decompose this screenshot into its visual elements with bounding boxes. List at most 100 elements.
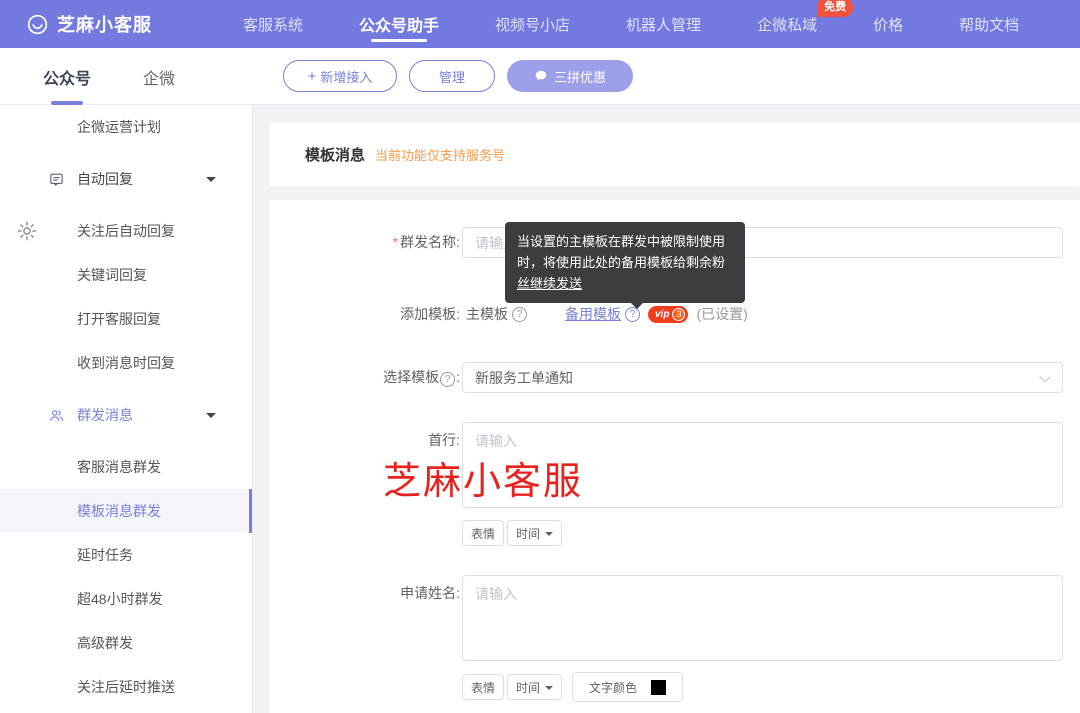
applicant-name-textarea[interactable] bbox=[462, 575, 1063, 661]
sidebar-item-label: 自动回复 bbox=[77, 169, 133, 189]
sidebar-item-label: 高级群发 bbox=[77, 633, 133, 653]
text-color-button[interactable]: 文字颜色 bbox=[572, 672, 683, 702]
time-label: 时间 bbox=[516, 525, 540, 542]
main-nav: 客服系统公众号助手视频号小店机器人管理企微私域免费价格帮助文档 bbox=[243, 0, 1019, 48]
main-content: 模板消息 当前功能仅支持服务号 *群发名称: 添加模板: 主模板 ? 备用模板 … bbox=[253, 105, 1080, 713]
account-tabs: 公众号 企微 bbox=[43, 48, 175, 105]
first-line-textarea[interactable] bbox=[462, 422, 1063, 508]
template-select-value: 新服务工单通知 bbox=[475, 368, 573, 388]
chevron-down-icon bbox=[1039, 371, 1050, 382]
vip-text: vip bbox=[655, 309, 669, 320]
sidebar-item-10[interactable]: 超48小时群发 bbox=[0, 577, 252, 621]
manage-button[interactable]: 管理 bbox=[409, 60, 495, 92]
chat-icon bbox=[48, 171, 65, 188]
tooltip-line: 时，将使用此处的备用模板给剩余粉 bbox=[517, 252, 733, 273]
add-connection-label: 新增接入 bbox=[320, 67, 372, 86]
set-status: (已设置) bbox=[696, 304, 747, 324]
sidebar-item-8[interactable]: 模板消息群发 bbox=[0, 489, 252, 533]
nav-item-label: 视频号小店 bbox=[495, 14, 570, 35]
sidebar-item-label: 关注后延时推送 bbox=[77, 677, 175, 697]
caret-down-icon bbox=[545, 686, 553, 690]
nav-item-0[interactable]: 客服系统 bbox=[243, 0, 303, 48]
settings-gear-icon[interactable] bbox=[16, 220, 38, 242]
emoji-button[interactable]: 表情 bbox=[462, 674, 504, 700]
page-header-card: 模板消息 当前功能仅支持服务号 bbox=[270, 123, 1080, 186]
required-mark: * bbox=[393, 234, 398, 250]
main-template-label: 主模板 bbox=[466, 304, 508, 324]
select-template-label: 选择模板?: bbox=[270, 362, 460, 393]
nav-item-4[interactable]: 企微私域免费 bbox=[757, 0, 817, 48]
toolbar: 公众号 企微 + 新增接入 管理 三拼优惠 bbox=[0, 48, 1080, 105]
smiley-logo-icon bbox=[26, 13, 49, 36]
sidebar-item-4[interactable]: 打开客服回复 bbox=[0, 297, 252, 341]
broadcast-name-label: *群发名称: bbox=[270, 227, 460, 258]
label-colon: : bbox=[456, 369, 460, 385]
nav-item-label: 企微私域 bbox=[757, 14, 817, 35]
sidebar-group-6[interactable]: 群发消息 bbox=[0, 393, 252, 437]
page-note: 当前功能仅支持服务号 bbox=[375, 145, 505, 164]
sidebar-item-7[interactable]: 客服消息群发 bbox=[0, 445, 252, 489]
sidebar-item-5[interactable]: 收到消息时回复 bbox=[0, 341, 252, 385]
sidebar-item-label: 客服消息群发 bbox=[77, 457, 161, 477]
brand-logo[interactable]: 芝麻小客服 bbox=[26, 0, 152, 48]
tab-label: 企微 bbox=[143, 65, 175, 89]
tooltip-line: 丝继续发送 bbox=[517, 273, 733, 294]
sidebar-item-12[interactable]: 关注后延时推送 bbox=[0, 665, 252, 709]
nav-item-1[interactable]: 公众号助手 bbox=[359, 0, 439, 48]
people-icon bbox=[48, 407, 65, 424]
sidebar-item-label: 打开客服回复 bbox=[77, 309, 161, 329]
nav-item-label: 价格 bbox=[873, 14, 903, 35]
sidebar-item-11[interactable]: 高级群发 bbox=[0, 621, 252, 665]
time-button[interactable]: 时间 bbox=[507, 674, 562, 700]
sidebar-item-0[interactable]: 企微运营计划 bbox=[0, 105, 252, 149]
sidebar-item-13[interactable]: 群发SOP bbox=[0, 709, 252, 713]
free-badge: 免费 bbox=[817, 0, 853, 17]
tab-official-account[interactable]: 公众号 bbox=[43, 48, 91, 105]
app-window: 芝麻小客服 客服系统公众号助手视频号小店机器人管理企微私域免费价格帮助文档 公众… bbox=[0, 0, 1080, 713]
sidebar-group-1[interactable]: 自动回复 bbox=[0, 157, 252, 201]
tab-wecom[interactable]: 企微 bbox=[143, 48, 175, 105]
time-button[interactable]: 时间 bbox=[507, 520, 562, 546]
sidebar-item-label: 群发消息 bbox=[77, 405, 133, 425]
help-icon[interactable]: ? bbox=[512, 307, 527, 322]
sidebar-item-label: 关键词回复 bbox=[77, 265, 147, 285]
backup-template-link[interactable]: 备用模板 bbox=[565, 304, 621, 324]
nav-item-label: 客服系统 bbox=[243, 14, 303, 35]
template-select[interactable]: 新服务工单通知 bbox=[462, 362, 1063, 393]
color-swatch bbox=[651, 680, 666, 695]
applicant-name-label: 申请姓名: bbox=[270, 583, 460, 603]
nav-item-label: 机器人管理 bbox=[626, 14, 701, 35]
label-text: 申请姓名: bbox=[400, 585, 460, 601]
sidebar-item-label: 模板消息群发 bbox=[77, 501, 161, 521]
emoji-label: 表情 bbox=[471, 679, 495, 696]
nav-item-5[interactable]: 价格 bbox=[873, 0, 903, 48]
sidebar-item-label: 关注后自动回复 bbox=[77, 221, 175, 241]
caret-down-icon bbox=[206, 177, 216, 182]
applicant-toolbar: 表情 时间 文字颜色 bbox=[462, 672, 683, 702]
toolbar-buttons: + 新增接入 管理 三拼优惠 bbox=[283, 60, 633, 92]
caret-down-icon bbox=[206, 413, 216, 418]
text-color-label: 文字颜色 bbox=[589, 679, 637, 696]
first-line-label: 首行: bbox=[270, 430, 460, 450]
nav-item-2[interactable]: 视频号小店 bbox=[495, 0, 570, 48]
emoji-button[interactable]: 表情 bbox=[462, 520, 504, 546]
nav-item-label: 帮助文档 bbox=[959, 14, 1019, 35]
help-icon[interactable]: ? bbox=[440, 372, 455, 387]
emoji-label: 表情 bbox=[471, 525, 495, 542]
add-connection-button[interactable]: + 新增接入 bbox=[283, 60, 397, 92]
sidebar-item-9[interactable]: 延时任务 bbox=[0, 533, 252, 577]
label-text: 添加模板: bbox=[400, 306, 460, 322]
label-text: 选择模板 bbox=[383, 369, 439, 385]
caret-down-icon bbox=[545, 532, 553, 536]
promo-label: 三拼优惠 bbox=[554, 67, 606, 86]
add-template-label: 添加模板: bbox=[270, 304, 460, 324]
time-label: 时间 bbox=[516, 679, 540, 696]
promo-button[interactable]: 三拼优惠 bbox=[507, 60, 633, 92]
nav-item-label: 公众号助手 bbox=[359, 12, 439, 36]
nav-item-6[interactable]: 帮助文档 bbox=[959, 0, 1019, 48]
label-text: 群发名称: bbox=[400, 234, 460, 250]
sidebar-item-3[interactable]: 关键词回复 bbox=[0, 253, 252, 297]
sidebar-nav: 企微运营计划自动回复关注后自动回复关键词回复打开客服回复收到消息时回复群发消息客… bbox=[0, 105, 253, 713]
nav-item-3[interactable]: 机器人管理 bbox=[626, 0, 701, 48]
page-title: 模板消息 bbox=[305, 144, 365, 165]
